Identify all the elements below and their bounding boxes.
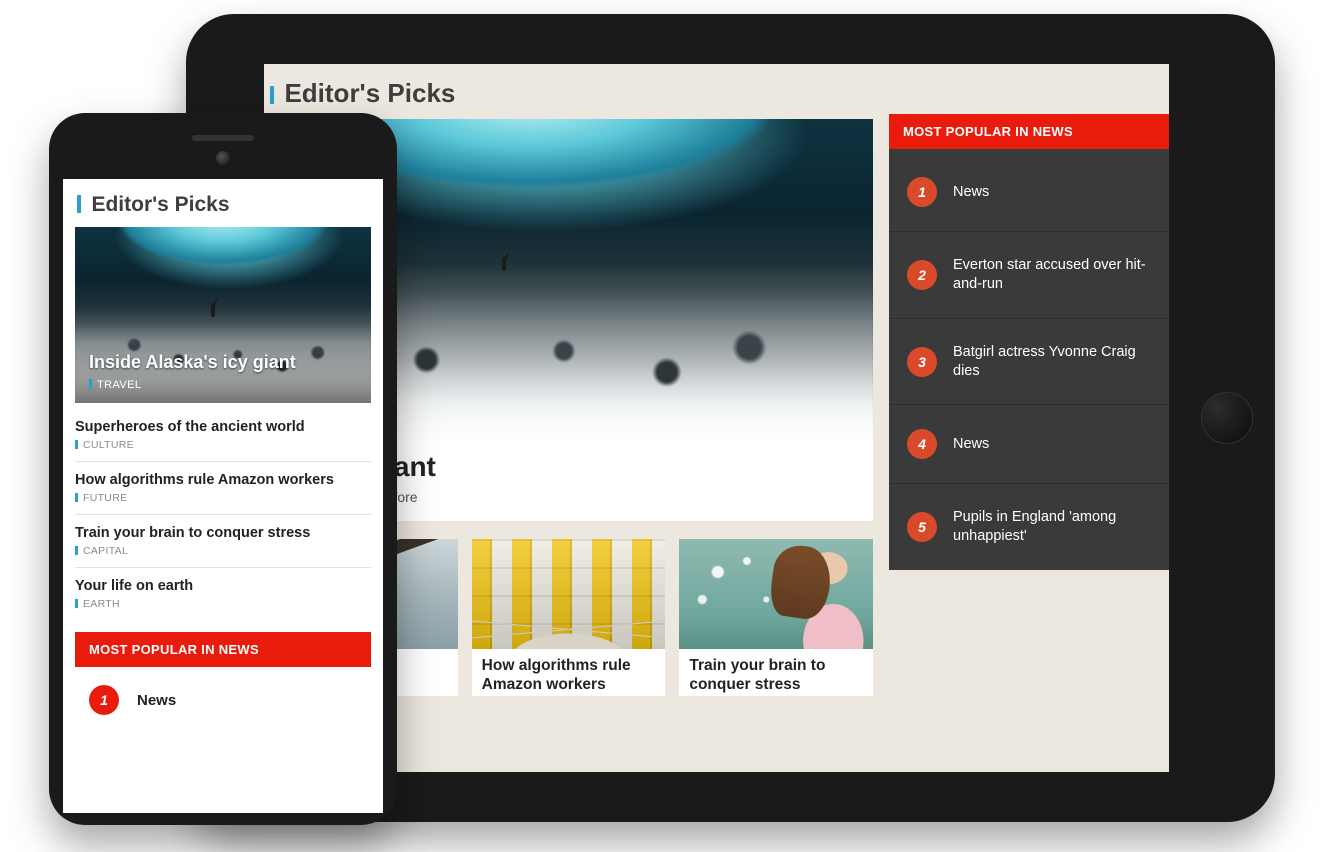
list-item-category: EARTH — [75, 598, 371, 610]
list-item[interactable]: Your life on earth EARTH — [75, 568, 371, 620]
tablet-screen: Editor's Picks Alaska's icy giant seen a… — [264, 64, 1169, 772]
hero-category: TRAVEL — [89, 379, 357, 391]
phone-speaker — [192, 135, 254, 141]
popular-list: 1 News 2 Everton star accused over hit-a… — [889, 149, 1169, 570]
phone-device-frame: Editor's Picks Inside Alaska's icy giant… — [49, 113, 397, 825]
popular-item[interactable]: 1 News — [889, 149, 1169, 231]
card-title: How algorithms rule Amazon workers — [472, 649, 666, 696]
popular-item[interactable]: 4 News — [889, 404, 1169, 483]
story-card[interactable]: Train your brain to conquer stress — [679, 539, 873, 696]
story-card[interactable]: How algorithms rule Amazon workers — [472, 539, 666, 696]
section-header: Editor's Picks — [264, 64, 873, 119]
category-marker-icon — [75, 546, 78, 555]
popular-sidebar: MOST POPULAR IN NEWS 1 News 2 Everton st… — [889, 114, 1169, 772]
section-marker-icon — [77, 195, 81, 213]
hero-card[interactable]: Inside Alaska's icy giant TRAVEL — [75, 227, 371, 403]
category-marker-icon — [89, 379, 92, 389]
popular-item[interactable]: 3 Batgirl actress Yvonne Craig dies — [889, 318, 1169, 405]
card-thumbnail — [679, 539, 873, 649]
category-marker-icon — [75, 493, 78, 502]
phone-screen: Editor's Picks Inside Alaska's icy giant… — [63, 179, 383, 813]
popular-item-label: News — [137, 692, 176, 709]
list-item[interactable]: Superheroes of the ancient world CULTURE — [75, 409, 371, 462]
popular-item-label: Everton star accused over hit-and-run — [953, 256, 1151, 294]
story-list: Superheroes of the ancient world CULTURE… — [63, 403, 383, 620]
rank-badge: 1 — [89, 685, 119, 715]
popular-item[interactable]: 5 Pupils in England 'among unhappiest' — [889, 483, 1169, 570]
tablet-home-button[interactable] — [1201, 392, 1253, 444]
popular-item[interactable]: 1 News — [75, 667, 371, 733]
popular-item[interactable]: 2 Everton star accused over hit-and-run — [889, 231, 1169, 318]
rank-badge: 4 — [907, 429, 937, 459]
popular-module: MOST POPULAR IN NEWS 1 News — [75, 632, 371, 733]
rank-badge: 1 — [907, 177, 937, 207]
popular-item-label: News — [953, 435, 989, 454]
section-marker-icon — [270, 86, 274, 104]
rank-badge: 3 — [907, 347, 937, 377]
category-marker-icon — [75, 440, 78, 449]
card-thumbnail — [472, 539, 666, 649]
card-title: Train your brain to conquer stress — [679, 649, 873, 696]
phone-camera — [216, 151, 230, 165]
hero-title: Inside Alaska's icy giant — [89, 352, 357, 373]
section-title: Editor's Picks — [284, 78, 455, 109]
rank-badge: 2 — [907, 260, 937, 290]
popular-item-label: Batgirl actress Yvonne Craig dies — [953, 343, 1151, 381]
rank-badge: 5 — [907, 512, 937, 542]
list-item[interactable]: How algorithms rule Amazon workers FUTUR… — [75, 462, 371, 515]
list-item-category: FUTURE — [75, 492, 371, 504]
section-title: Editor's Picks — [91, 193, 229, 217]
list-item-category: CULTURE — [75, 439, 371, 451]
popular-item-label: Pupils in England 'among unhappiest' — [953, 508, 1151, 546]
category-marker-icon — [75, 599, 78, 608]
popular-item-label: News — [953, 183, 989, 202]
list-item-category: CAPITAL — [75, 545, 371, 557]
popular-header: MOST POPULAR IN NEWS — [75, 632, 371, 667]
list-item-title: Train your brain to conquer stress — [75, 525, 371, 541]
section-header: Editor's Picks — [63, 179, 383, 227]
list-item-title: Superheroes of the ancient world — [75, 419, 371, 435]
list-item-title: How algorithms rule Amazon workers — [75, 472, 371, 488]
list-item[interactable]: Train your brain to conquer stress CAPIT… — [75, 515, 371, 568]
popular-header: MOST POPULAR IN NEWS — [889, 114, 1169, 149]
list-item-title: Your life on earth — [75, 578, 371, 594]
